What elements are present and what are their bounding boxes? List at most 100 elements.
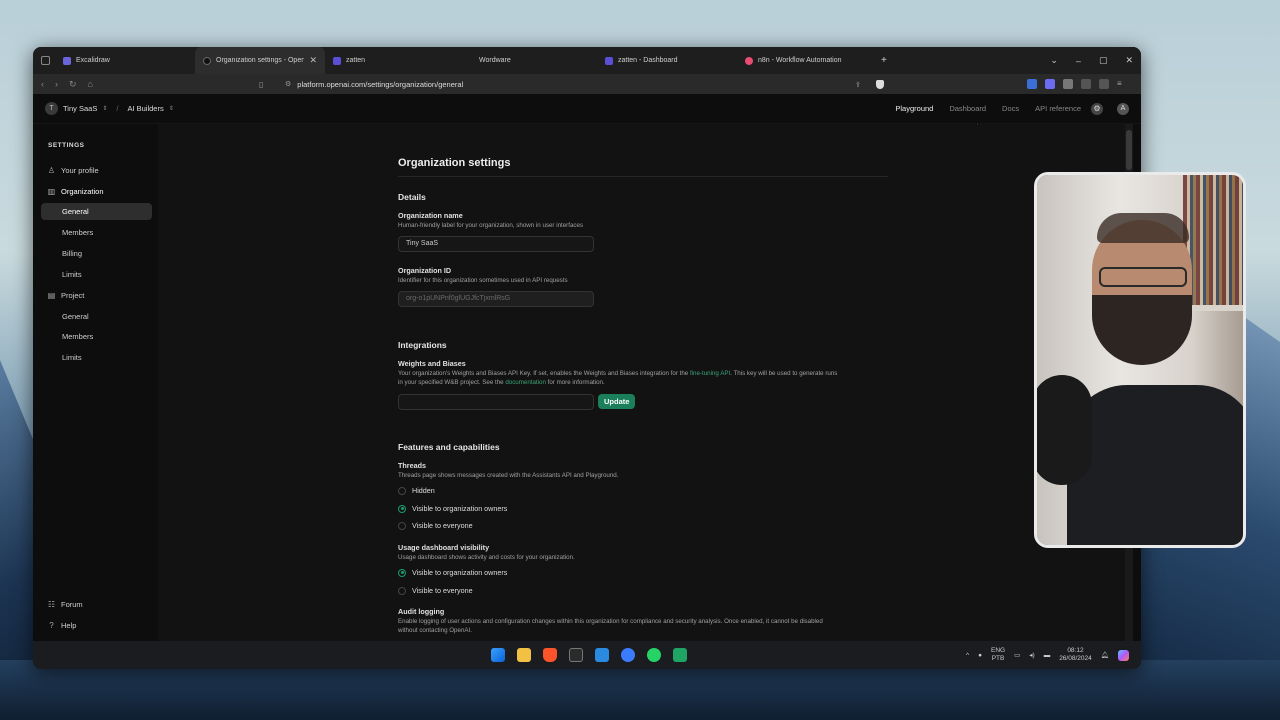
threads-option-owners[interactable]: Visible to organization owners bbox=[398, 504, 507, 513]
bookshelf bbox=[1183, 175, 1243, 305]
org-name-input[interactable]: Tiny SaaS bbox=[398, 236, 594, 252]
features-heading: Features and capabilities bbox=[398, 442, 500, 452]
url-field[interactable]: platform.openai.com/settings/organizatio… bbox=[297, 80, 463, 89]
extension-icon[interactable] bbox=[1063, 79, 1073, 89]
browser-window: Excalidraw Organization settings - OpenA… bbox=[33, 47, 1141, 669]
extension-icon[interactable] bbox=[1045, 79, 1055, 89]
sidebar-item-label: Members bbox=[62, 332, 94, 341]
maximize-button[interactable]: ▢ bbox=[1099, 55, 1108, 66]
explorer-icon[interactable] bbox=[517, 648, 531, 662]
nav-playground[interactable]: Playground bbox=[895, 104, 933, 113]
sidebar-item-org-billing[interactable]: Billing bbox=[41, 245, 152, 262]
usage-visibility-description: Usage dashboard shows activity and costs… bbox=[398, 554, 575, 561]
sidebar-item-org-limits[interactable]: Limits bbox=[41, 266, 152, 283]
extension-icon[interactable] bbox=[1081, 79, 1091, 89]
zatten-icon bbox=[333, 56, 341, 65]
nav-api-reference[interactable]: API reference bbox=[1035, 104, 1081, 113]
brave-shield-icon[interactable] bbox=[876, 79, 884, 89]
app-icon[interactable] bbox=[621, 648, 635, 662]
share-icon[interactable]: ⇪ bbox=[855, 80, 861, 89]
project-name[interactable]: AI Builders bbox=[127, 104, 163, 113]
scrollbar-thumb[interactable] bbox=[1126, 130, 1132, 170]
tab-wordware[interactable]: Wordware bbox=[467, 47, 597, 74]
brave-icon[interactable] bbox=[543, 648, 557, 662]
sidebar-item-project-general[interactable]: General bbox=[41, 308, 152, 325]
threads-option-everyone[interactable]: Visible to everyone bbox=[398, 521, 473, 530]
forward-icon[interactable]: › bbox=[55, 79, 58, 90]
radio-button[interactable] bbox=[398, 521, 406, 530]
update-button[interactable]: Update bbox=[598, 394, 636, 409]
fine-tuning-link[interactable]: fine-tuning API bbox=[690, 370, 730, 377]
radio-button[interactable] bbox=[398, 486, 406, 495]
wandb-key-input[interactable] bbox=[398, 394, 594, 410]
usage-option-everyone[interactable]: Visible to everyone bbox=[398, 586, 473, 595]
windows-icon[interactable] bbox=[491, 648, 505, 662]
extension-icon[interactable] bbox=[1027, 79, 1037, 89]
sidebar-item-your-profile[interactable]: ♙ Your profile bbox=[41, 162, 152, 179]
documentation-link[interactable]: documentation bbox=[505, 379, 546, 386]
threads-description: Threads page shows messages created with… bbox=[398, 472, 619, 479]
battery-icon[interactable]: ▬ bbox=[1044, 652, 1051, 659]
radio-button[interactable] bbox=[398, 504, 406, 513]
wandb-desc-text: in your specified W&B project. See the bbox=[398, 379, 506, 386]
close-tab-icon[interactable]: ✕ bbox=[309, 55, 317, 66]
org-id-input[interactable]: org-o1pUNPnf0glUGJfcTjxmlRsG bbox=[398, 291, 594, 307]
nav-dashboard[interactable]: Dashboard bbox=[949, 104, 986, 113]
minimize-button[interactable]: – bbox=[1076, 56, 1081, 66]
new-tab-button[interactable]: + bbox=[881, 55, 887, 66]
sidebar-item-help[interactable]: ? Help bbox=[41, 617, 152, 634]
home-icon[interactable]: ⌂ bbox=[88, 79, 93, 90]
vscode-icon[interactable] bbox=[595, 648, 609, 662]
whatsapp-icon[interactable] bbox=[647, 648, 661, 662]
sidebar-item-organization[interactable]: ▥ Organization bbox=[41, 183, 152, 200]
bookmark-icon[interactable]: ▯ bbox=[259, 80, 263, 89]
notification-icon[interactable]: 🔔︎ bbox=[1101, 651, 1109, 659]
sidebar-item-project-members[interactable]: Members bbox=[41, 328, 152, 345]
tab-zatten-dashboard[interactable]: zatten - Dashboard bbox=[597, 47, 737, 74]
tab-title: n8n - Workflow Automation bbox=[758, 57, 842, 64]
system-tray: ^ ● ENG PTB ▭ ◂) ▬ 08:12 26/08/2024 🔔︎ bbox=[966, 647, 1129, 663]
sheets-icon[interactable] bbox=[673, 648, 687, 662]
clock-time: 08:12 bbox=[1067, 647, 1084, 654]
volume-icon[interactable]: ◂) bbox=[1029, 651, 1034, 659]
org-switcher[interactable]: T Tiny SaaS ⇕ / AI Builders ⇕ bbox=[45, 102, 174, 115]
clock[interactable]: 08:12 26/08/2024 bbox=[1059, 647, 1092, 663]
tab-zatten[interactable]: zatten bbox=[325, 47, 467, 74]
radio-button[interactable] bbox=[398, 586, 406, 595]
back-icon[interactable]: ‹ bbox=[41, 79, 44, 90]
chevron-up-icon[interactable]: ^ bbox=[966, 652, 969, 659]
tab-n8n[interactable]: n8n - Workflow Automation bbox=[737, 47, 877, 74]
tab-title: Excalidraw bbox=[76, 57, 110, 64]
copilot-icon[interactable] bbox=[1118, 649, 1129, 661]
language-indicator[interactable]: ENG PTB bbox=[991, 647, 1005, 663]
sidebar-item-project[interactable]: ▤ Project bbox=[41, 287, 152, 304]
tab-actions-icon[interactable] bbox=[41, 56, 50, 65]
threads-option-hidden[interactable]: Hidden bbox=[398, 486, 435, 495]
tab-excalidraw[interactable]: Excalidraw bbox=[55, 47, 195, 74]
usage-option-owners[interactable]: Visible to organization owners bbox=[398, 568, 507, 577]
menu-icon[interactable]: ≡ bbox=[1117, 79, 1127, 89]
settings-gear-icon[interactable]: ⚙ bbox=[1091, 102, 1103, 115]
tab-openai-settings[interactable]: Organization settings - OpenAI ✕ bbox=[195, 47, 325, 74]
excalidraw-icon bbox=[63, 56, 71, 65]
reload-icon[interactable]: ↻ bbox=[69, 79, 77, 90]
tab-search-icon[interactable]: ⌄ bbox=[1050, 55, 1058, 66]
user-avatar[interactable]: A bbox=[1117, 102, 1129, 115]
sidebar-item-project-limits[interactable]: Limits bbox=[41, 349, 152, 366]
mic-icon[interactable]: ● bbox=[978, 652, 982, 659]
webcam-overlay bbox=[1034, 172, 1246, 548]
sidebar-item-org-members[interactable]: Members bbox=[41, 224, 152, 241]
sidebar-item-org-general[interactable]: General bbox=[41, 203, 152, 220]
radio-button[interactable] bbox=[398, 568, 406, 577]
site-info-icon[interactable]: ⚙ bbox=[285, 80, 291, 88]
person-glasses bbox=[1099, 267, 1187, 287]
terminal-icon[interactable] bbox=[569, 648, 583, 662]
close-window-button[interactable]: ✕ bbox=[1125, 55, 1133, 66]
radio-label: Hidden bbox=[412, 486, 435, 495]
nav-docs[interactable]: Docs bbox=[1002, 104, 1019, 113]
extension-icon[interactable] bbox=[1099, 79, 1109, 89]
monitor-icon[interactable]: ▭ bbox=[1014, 651, 1020, 659]
sidebar-item-forum[interactable]: ☷ Forum bbox=[41, 596, 152, 613]
clock-date: 26/08/2024 bbox=[1059, 655, 1092, 662]
zatten-icon bbox=[605, 56, 613, 65]
